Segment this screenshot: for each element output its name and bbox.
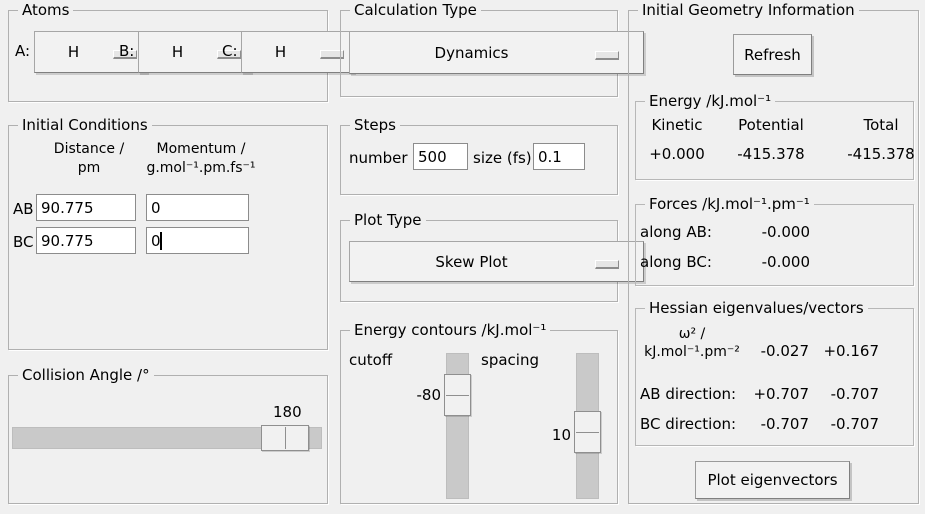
atom-c-value: H (274, 43, 287, 61)
omega-value-1: -0.027 (760, 342, 809, 360)
kinetic-header: Kinetic (651, 116, 703, 134)
ab-momentum-input[interactable] (146, 194, 249, 221)
spacing-label: spacing (481, 351, 539, 369)
force-bc-value: -0.000 (761, 253, 810, 271)
collision-angle-title: Collision Angle /° (18, 366, 154, 385)
atom-b-value: H (171, 43, 184, 61)
calculation-type-title: Calculation Type (350, 1, 481, 20)
bc-direction-label: BC direction: (640, 415, 737, 433)
steps-number-label: number (349, 149, 408, 167)
bc-direction-value-1: -0.707 (760, 415, 809, 433)
steps-group: Steps number size (fs) (340, 116, 618, 195)
atoms-group-title: Atoms (18, 1, 74, 20)
plot-eigenvectors-button[interactable]: Plot eigenvectors (695, 461, 850, 499)
plot-type-value: Skew Plot (435, 252, 508, 271)
atom-c-label: C: (222, 42, 238, 60)
forces-subgroup-title: Forces /kJ.mol⁻¹.pm⁻¹ (645, 195, 814, 214)
force-ab-label: along AB: (640, 223, 712, 241)
option-menu-dash-icon (595, 260, 619, 269)
atom-a-value: H (67, 43, 80, 61)
text-caret (160, 232, 162, 250)
cutoff-label: cutoff (349, 351, 393, 369)
kinetic-value: +0.000 (649, 145, 705, 163)
bc-distance-input[interactable] (36, 227, 136, 254)
distance-column-header: Distance / pm (53, 141, 125, 176)
cutoff-slider-thumb[interactable] (444, 374, 471, 416)
spacing-value: 10 (551, 426, 571, 444)
initial-conditions-group: Initial Conditions Distance / pm Momentu… (8, 116, 328, 350)
atom-c-option-menu[interactable]: H (241, 31, 354, 73)
forces-subgroup: Forces /kJ.mol⁻¹.pm⁻¹ along AB: -0.000 a… (635, 195, 914, 286)
collision-angle-slider-thumb[interactable] (261, 425, 309, 451)
omega-value-2: +0.167 (823, 342, 879, 360)
plot-type-group: Plot Type Skew Plot (340, 211, 644, 302)
refresh-button[interactable]: Refresh (733, 34, 812, 75)
energy-subgroup-title: Energy /kJ.mol⁻¹ (645, 92, 776, 111)
spacing-slider-thumb[interactable] (574, 411, 601, 453)
energy-contours-group: Energy contours /kJ.mol⁻¹ cutoff spacing… (340, 321, 618, 504)
force-bc-label: along BC: (640, 253, 712, 271)
momentum-column-header: Momentum / g.mol⁻¹.pm.fs⁻¹ (146, 141, 256, 176)
calculation-type-group: Calculation Type Dynamics (340, 1, 644, 97)
hessian-subgroup-title: Hessian eigenvalues/vectors (645, 299, 868, 318)
potential-header: Potential (738, 116, 804, 134)
initial-geometry-title: Initial Geometry Information (638, 1, 859, 20)
energy-subgroup: Energy /kJ.mol⁻¹ Kinetic Potential Total… (635, 92, 915, 180)
atom-a-label: A: (15, 42, 31, 60)
ab-direction-label: AB direction: (640, 385, 737, 403)
cutoff-value: -80 (416, 386, 442, 404)
omega-label: ω² / kJ.mol⁻¹.pm⁻² (644, 326, 740, 360)
option-menu-dash-icon (595, 51, 619, 60)
steps-size-input[interactable] (533, 143, 585, 170)
collision-angle-group: Collision Angle /° 180 (8, 366, 328, 504)
steps-number-input[interactable] (413, 143, 468, 170)
initial-geometry-group: Initial Geometry Information Refresh Ene… (628, 1, 919, 504)
row-bc-label: BC (13, 233, 34, 251)
plot-type-option-menu[interactable]: Skew Plot (349, 241, 644, 282)
atom-b-label: B: (119, 42, 135, 60)
ab-direction-value-2: -0.707 (830, 385, 879, 403)
energy-contours-title: Energy contours /kJ.mol⁻¹ (350, 321, 551, 340)
collision-angle-value: 180 (273, 403, 302, 421)
steps-size-label: size (fs) (473, 149, 532, 167)
ab-distance-input[interactable] (36, 194, 136, 221)
plot-type-title: Plot Type (350, 211, 426, 230)
row-ab-label: AB (13, 200, 34, 218)
hessian-subgroup: Hessian eigenvalues/vectors ω² / kJ.mol⁻… (635, 299, 914, 446)
initial-conditions-title: Initial Conditions (18, 116, 152, 135)
atoms-group: Atoms A: H B: H C: H (8, 1, 354, 102)
potential-value: -415.378 (737, 145, 805, 163)
total-header: Total (863, 116, 899, 134)
steps-title: Steps (350, 116, 400, 135)
bc-direction-value-2: -0.707 (830, 415, 879, 433)
calculation-type-value: Dynamics (434, 43, 509, 62)
ab-direction-value-1: +0.707 (753, 385, 809, 403)
force-ab-value: -0.000 (761, 223, 810, 241)
total-value: -415.378 (847, 145, 915, 163)
calculation-type-option-menu[interactable]: Dynamics (349, 31, 644, 74)
